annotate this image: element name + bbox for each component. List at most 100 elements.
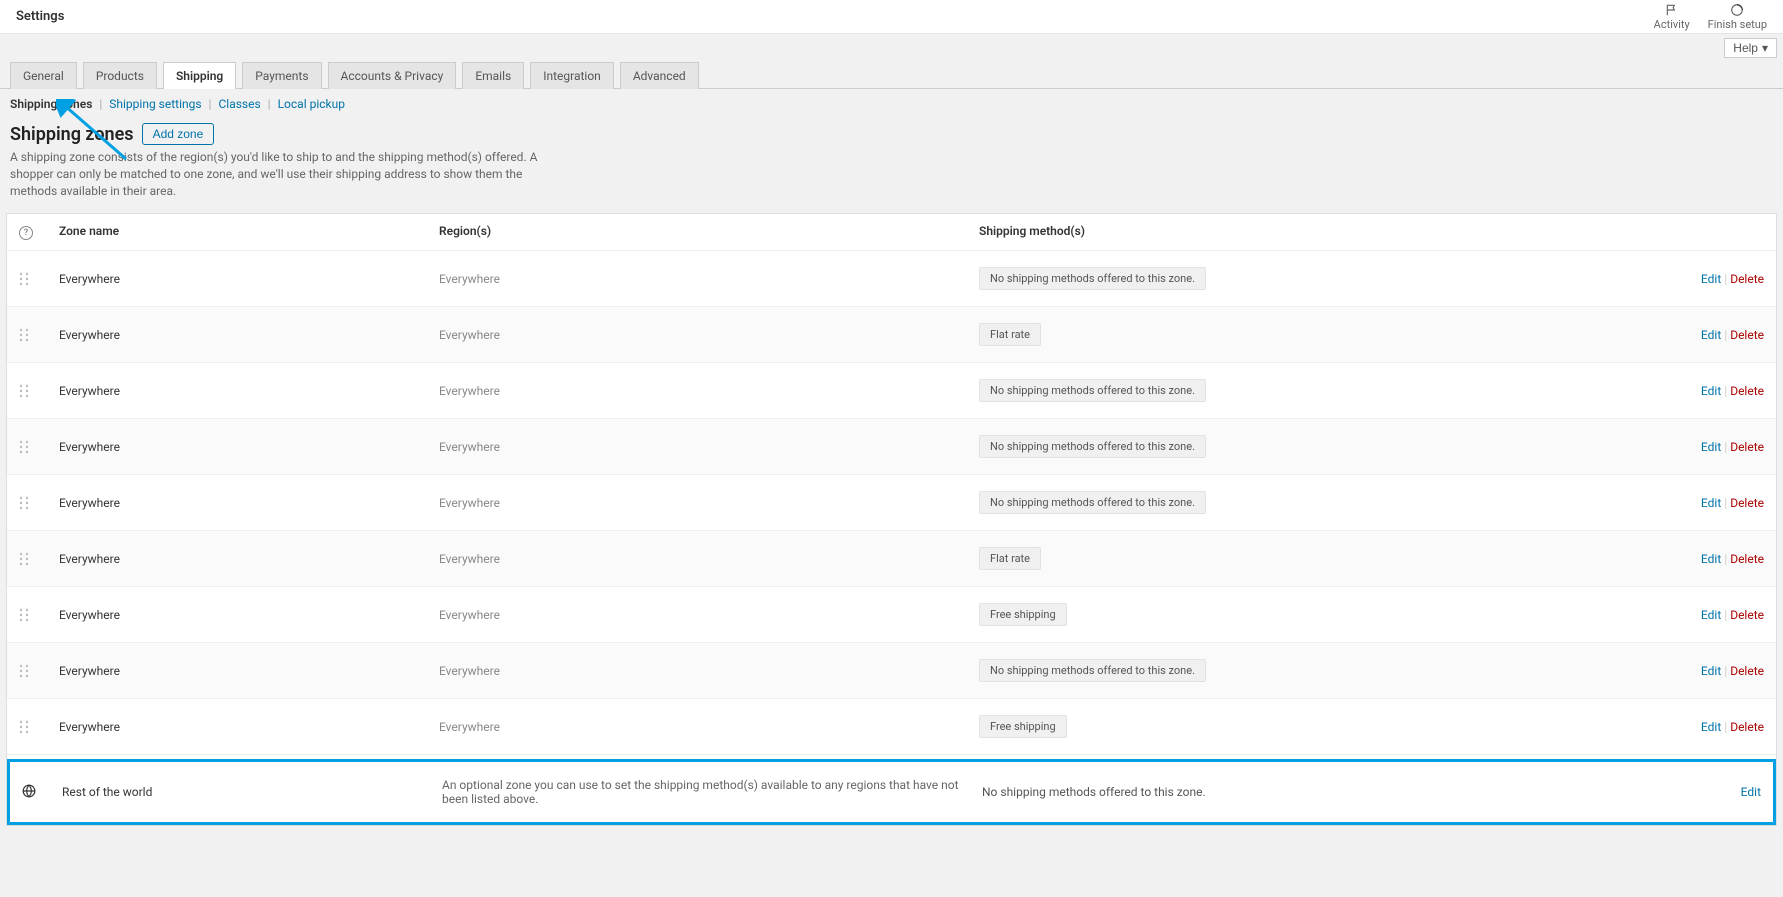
zone-methods: No shipping methods offered to this zone…	[979, 491, 1624, 514]
zone-region: Everywhere	[439, 328, 979, 342]
zone-methods: Free shipping	[979, 603, 1624, 626]
tab-integration[interactable]: Integration	[530, 62, 614, 89]
edit-link[interactable]: Edit	[1701, 384, 1721, 398]
tab-payments[interactable]: Payments	[242, 62, 321, 89]
zone-name[interactable]: Everywhere	[59, 664, 439, 678]
edit-link[interactable]: Edit	[1701, 328, 1721, 342]
drag-handle-icon[interactable]	[19, 496, 59, 510]
drag-handle-icon[interactable]	[19, 720, 59, 734]
zone-region: Everywhere	[439, 440, 979, 454]
edit-link[interactable]: Edit	[1701, 496, 1721, 510]
zone-region: Everywhere	[439, 496, 979, 510]
zone-name[interactable]: Everywhere	[59, 384, 439, 398]
delete-link[interactable]: Delete	[1730, 664, 1764, 678]
table-row: EverywhereEverywhereNo shipping methods …	[7, 251, 1776, 307]
edit-link[interactable]: Edit	[1701, 552, 1721, 566]
method-badge: Flat rate	[979, 547, 1041, 570]
rest-of-world-row: Rest of the world An optional zone you c…	[7, 759, 1776, 825]
rest-of-world-description: An optional zone you can use to set the …	[442, 778, 982, 806]
tab-advanced[interactable]: Advanced	[620, 62, 699, 89]
edit-link[interactable]: Edit	[1701, 720, 1721, 734]
zone-name[interactable]: Everywhere	[59, 440, 439, 454]
drag-handle-icon[interactable]	[19, 272, 59, 286]
table-header-row: ? Zone name Region(s) Shipping method(s)	[7, 214, 1776, 251]
page-title: Settings	[16, 9, 64, 24]
globe-icon	[22, 784, 62, 801]
delete-link[interactable]: Delete	[1730, 384, 1764, 398]
edit-link[interactable]: Edit	[1701, 608, 1721, 622]
table-row: EverywhereEverywhereNo shipping methods …	[7, 643, 1776, 699]
drag-handle-icon[interactable]	[19, 664, 59, 678]
progress-circle-icon	[1730, 3, 1744, 17]
delete-link[interactable]: Delete	[1730, 272, 1764, 286]
zone-methods: No shipping methods offered to this zone…	[979, 379, 1624, 402]
delete-link[interactable]: Delete	[1730, 496, 1764, 510]
tab-products[interactable]: Products	[83, 62, 157, 89]
delete-link[interactable]: Delete	[1730, 328, 1764, 342]
activity-button[interactable]: Activity	[1654, 3, 1690, 31]
zone-region: Everywhere	[439, 272, 979, 286]
zone-name[interactable]: Everywhere	[59, 608, 439, 622]
drag-handle-icon[interactable]	[19, 552, 59, 566]
col-region: Region(s)	[439, 224, 979, 240]
method-badge: Free shipping	[979, 715, 1067, 738]
help-toggle[interactable]: Help ▾	[1724, 38, 1777, 58]
delete-link[interactable]: Delete	[1730, 552, 1764, 566]
table-row: EverywhereEverywhereFlat rateEdit|Delete	[7, 307, 1776, 363]
edit-link[interactable]: Edit	[1701, 272, 1721, 286]
zone-name[interactable]: Everywhere	[59, 272, 439, 286]
subnav-shipping-zones[interactable]: Shipping zones	[10, 97, 92, 111]
zone-methods: Free shipping	[979, 715, 1624, 738]
subnav-shipping-settings[interactable]: Shipping settings	[109, 97, 201, 111]
tab-emails[interactable]: Emails	[462, 62, 524, 89]
edit-link[interactable]: Edit	[1701, 664, 1721, 678]
zone-name[interactable]: Everywhere	[59, 328, 439, 342]
finish-setup-button[interactable]: Finish setup	[1708, 3, 1767, 31]
table-row: EverywhereEverywhereNo shipping methods …	[7, 363, 1776, 419]
delete-link[interactable]: Delete	[1730, 608, 1764, 622]
top-bar: Settings Activity Finish setup	[0, 0, 1783, 34]
shipping-zones-table: ? Zone name Region(s) Shipping method(s)…	[6, 213, 1777, 826]
tab-general[interactable]: General	[10, 62, 77, 89]
subnav-classes[interactable]: Classes	[218, 97, 260, 111]
table-row: EverywhereEverywhereNo shipping methods …	[7, 475, 1776, 531]
section-heading: Shipping zones	[10, 124, 134, 145]
zone-name[interactable]: Everywhere	[59, 496, 439, 510]
table-row: EverywhereEverywhereFree shippingEdit|De…	[7, 587, 1776, 643]
table-row: EverywhereEverywhereNo shipping methods …	[7, 419, 1776, 475]
zone-name[interactable]: Everywhere	[59, 720, 439, 734]
caret-down-icon: ▾	[1762, 41, 1768, 55]
table-row: EverywhereEverywhereFree shippingEdit|De…	[7, 699, 1776, 755]
settings-tabs: General Products Shipping Payments Accou…	[0, 62, 1783, 89]
method-badge: No shipping methods offered to this zone…	[979, 267, 1206, 290]
edit-link[interactable]: Edit	[1701, 440, 1721, 454]
zone-name[interactable]: Rest of the world	[62, 785, 442, 799]
zone-region: Everywhere	[439, 552, 979, 566]
drag-handle-icon[interactable]	[19, 608, 59, 622]
drag-handle-icon[interactable]	[19, 440, 59, 454]
method-badge: No shipping methods offered to this zone…	[979, 435, 1206, 458]
delete-link[interactable]: Delete	[1730, 440, 1764, 454]
drag-handle-icon[interactable]	[19, 384, 59, 398]
method-badge: No shipping methods offered to this zone…	[979, 659, 1206, 682]
method-badge: Flat rate	[979, 323, 1041, 346]
zone-name[interactable]: Everywhere	[59, 552, 439, 566]
edit-link[interactable]: Edit	[1741, 785, 1761, 799]
subnav-local-pickup[interactable]: Local pickup	[278, 97, 345, 111]
method-badge: No shipping methods offered to this zone…	[979, 379, 1206, 402]
method-badge: No shipping methods offered to this zone…	[979, 491, 1206, 514]
zone-methods: Flat rate	[979, 547, 1624, 570]
zone-methods: Flat rate	[979, 323, 1624, 346]
add-zone-button[interactable]: Add zone	[142, 123, 215, 145]
zone-methods: No shipping methods offered to this zone…	[979, 267, 1624, 290]
method-badge: Free shipping	[979, 603, 1067, 626]
zone-methods: No shipping methods offered to this zone…	[982, 785, 1621, 799]
flag-icon	[1665, 3, 1679, 17]
zone-region: Everywhere	[439, 384, 979, 398]
col-zone-name: Zone name	[59, 224, 439, 240]
drag-handle-icon[interactable]	[19, 328, 59, 342]
tab-shipping[interactable]: Shipping	[163, 62, 236, 89]
delete-link[interactable]: Delete	[1730, 720, 1764, 734]
help-icon[interactable]: ?	[19, 226, 33, 240]
tab-accounts-privacy[interactable]: Accounts & Privacy	[328, 62, 457, 89]
